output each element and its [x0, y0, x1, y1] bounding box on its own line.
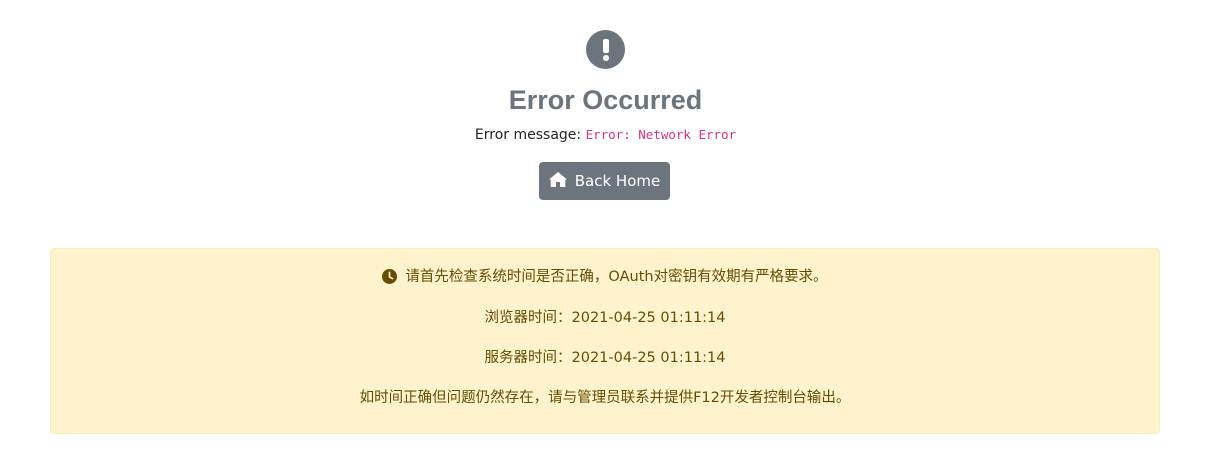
- home-icon: [548, 171, 567, 191]
- error-message-code: Error: Network Error: [585, 127, 737, 142]
- time-warning-alert: 请首先检查系统时间是否正确，OAuth对密钥有效期有严格要求。 浏览器时间：20…: [50, 248, 1160, 434]
- error-message-label: Error message:: [474, 127, 582, 143]
- server-time-label: 服务器时间：: [484, 350, 572, 366]
- back-home-label: Back Home: [574, 172, 661, 190]
- browser-time-value: 2021-04-25 01:11:14: [571, 310, 726, 326]
- exclamation-circle-icon: [586, 30, 625, 69]
- browser-time-row: 浏览器时间：2021-04-25 01:11:14: [51, 307, 1159, 329]
- warning-line-contact-admin: 如时间正确但问题仍然存在，请与管理员联系并提供F12开发者控制台输出。: [359, 390, 851, 406]
- back-home-button[interactable]: Back Home: [539, 162, 670, 200]
- error-message: Error message: Error: Network Error: [0, 124, 1211, 146]
- browser-time-label: 浏览器时间：: [484, 310, 572, 326]
- warning-text: 请首先检查系统时间是否正确，OAuth对密钥有效期有严格要求。: [405, 269, 828, 285]
- server-time-row: 服务器时间：2021-04-25 01:11:14: [51, 347, 1159, 369]
- clock-icon: [382, 269, 398, 291]
- error-title: Error Occurred: [508, 85, 703, 115]
- warning-line-check-time: 请首先检查系统时间是否正确，OAuth对密钥有效期有严格要求。: [51, 266, 1159, 291]
- server-time-value: 2021-04-25 01:11:14: [571, 350, 726, 366]
